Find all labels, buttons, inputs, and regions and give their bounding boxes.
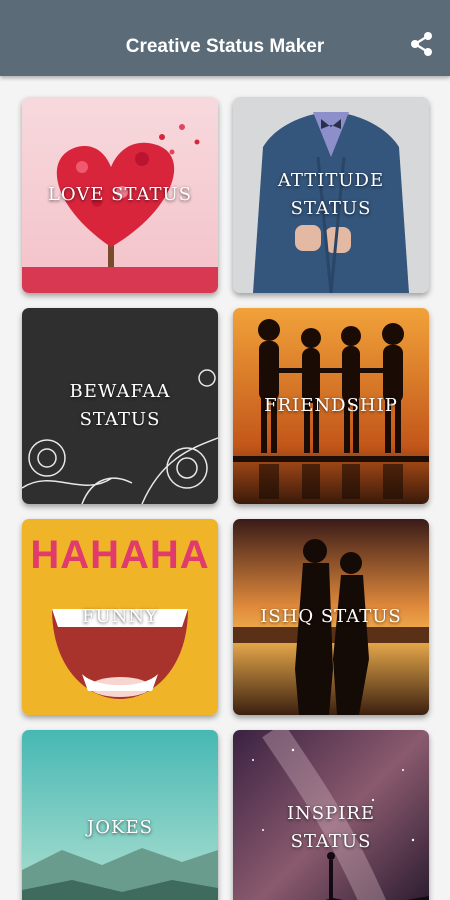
category-card-ishq-status[interactable]: ISHQ STATUS — [233, 519, 429, 715]
category-card-inspire-status[interactable]: INSPIRE STATUS — [233, 730, 429, 900]
category-label: BEWAFAA STATUS — [69, 381, 171, 430]
category-card-bewafaa-status[interactable]: BEWAFAA STATUS — [22, 308, 218, 504]
category-label: INSPIRE STATUS — [286, 803, 376, 852]
category-label: FUNNY — [81, 606, 159, 627]
app-title: Creative Status Maker — [125, 36, 325, 57]
share-button[interactable] — [408, 30, 436, 58]
category-card-love-status[interactable]: LOVE STATUS — [22, 97, 218, 293]
category-card-attitude-status[interactable]: ATTITUDE STATUS — [233, 97, 429, 293]
category-label: ATTITUDE STATUS — [277, 170, 385, 219]
share-icon — [411, 32, 432, 56]
category-card-friendship[interactable]: FRIENDSHIP — [233, 308, 429, 504]
category-card-jokes[interactable]: JOKES — [22, 730, 218, 900]
app-bar: Creative Status Maker — [0, 0, 450, 76]
category-label: FRIENDSHIP — [264, 395, 398, 416]
category-grid: LOVE STATUS ATTITUDE STATUS BEWAFAA STAT… — [0, 76, 450, 900]
category-label: JOKES — [87, 817, 153, 838]
category-card-funny[interactable]: HAHAHA FUNNY — [22, 519, 218, 715]
hahaha-text: HAHAHA — [30, 533, 210, 577]
category-label: ISHQ STATUS — [260, 606, 402, 627]
category-label: LOVE STATUS — [47, 184, 193, 205]
